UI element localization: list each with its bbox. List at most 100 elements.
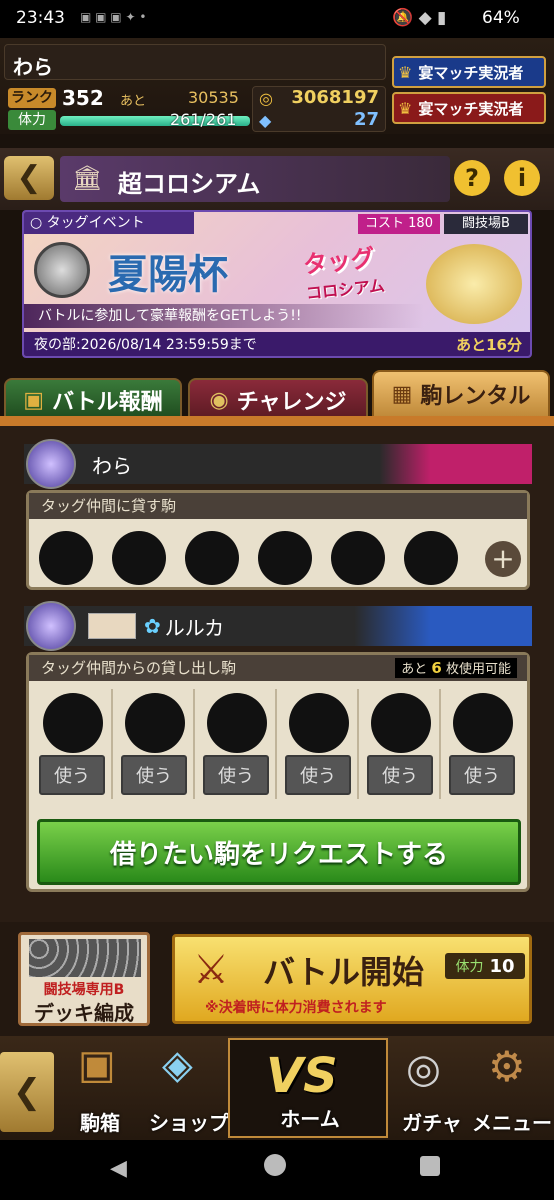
coin-stack-icon: ◎ xyxy=(406,1046,441,1092)
stamina-row: 体力 261/261 xyxy=(8,110,250,130)
currency-box: ◎ 3068197 ◆ 27 xyxy=(252,86,386,132)
borrow-slot[interactable] xyxy=(289,693,349,753)
lend-slot[interactable] xyxy=(404,531,458,585)
gem-value: 27 xyxy=(353,109,379,130)
deck-edit-button[interactable]: 闘技場専用B デッキ編成 xyxy=(18,932,150,1026)
battery-text: 64% xyxy=(482,8,520,28)
next-label: あと xyxy=(120,94,147,109)
rank-row: ランク 352 あと 30535 xyxy=(8,86,248,110)
status-bar: 23:43 ▣ ▣ ▣ ✦ • 🔕 ◆ ▮ 64% xyxy=(0,0,554,38)
borrow-slot-column: 使う xyxy=(445,689,523,799)
system-recents-icon[interactable] xyxy=(420,1156,440,1176)
tab-piece-rental[interactable]: ▦ 駒レンタル xyxy=(372,370,550,418)
borrow-slot-column: 使う xyxy=(281,689,359,799)
cost-badge: コスト 180 xyxy=(358,214,440,234)
nav-gacha-label: ガチャ xyxy=(402,1111,462,1135)
lend-section-label: タッグ仲間に貸す駒 xyxy=(29,493,527,519)
borrow-slot-column: 使う xyxy=(199,689,277,799)
use-button[interactable]: 使う xyxy=(121,755,187,795)
tag-colosseum-logo: タッグ コロシアム xyxy=(301,235,407,305)
shop-icon: ◈ xyxy=(162,1042,193,1088)
use-button[interactable]: 使う xyxy=(39,755,105,795)
borrow-slot[interactable] xyxy=(125,693,185,753)
clock: 23:43 xyxy=(16,8,65,28)
lend-slot[interactable] xyxy=(331,531,385,585)
borrow-slot[interactable] xyxy=(371,693,431,753)
nav-menu-label: メニュー xyxy=(472,1111,552,1135)
deck-line1: 闘技場専用B xyxy=(43,982,125,998)
crossed-swords-icon: ⚔ xyxy=(193,947,229,993)
lend-slot[interactable] xyxy=(39,531,93,585)
help-icon[interactable]: ? xyxy=(454,160,490,196)
trophy-icon xyxy=(426,244,522,324)
cost-label: コスト xyxy=(365,216,405,231)
rental-content: わら タッグ仲間に貸す駒 + ✿ ルルカ タッグ仲間からの貸し出し駒 あと 6 … xyxy=(0,426,554,922)
battle-note: ※決着時に体力消費されます xyxy=(205,1000,387,1016)
event-name: 夏陽杯 xyxy=(108,252,228,298)
event-banner[interactable]: ○ タッグイベント コスト 180 闘技場B 夏陽杯 タッグ コロシアム バトル… xyxy=(22,210,532,358)
borrow-slot[interactable] xyxy=(43,693,103,753)
badge-2[interactable]: ♛ 宴マッチ実況者 xyxy=(392,92,546,124)
use-button[interactable]: 使う xyxy=(203,755,269,795)
pieces-icon xyxy=(29,939,141,977)
nav-piece-box[interactable]: ▣ 駒箱 xyxy=(60,1036,146,1140)
battle-start-label: バトル開始 xyxy=(263,953,424,991)
request-button[interactable]: 借りたい駒をリクエストする xyxy=(37,819,521,885)
tab-battle-reward-label: バトル報酬 xyxy=(52,390,163,415)
partner-name-bar: ✿ ルルカ xyxy=(24,601,532,651)
nav-back-button[interactable]: ❮ xyxy=(0,1052,54,1132)
info-icon[interactable]: i xyxy=(504,160,540,196)
coin-value: 3068197 xyxy=(291,87,379,108)
nav-shop-label: ショップ xyxy=(149,1111,229,1135)
stamina-cost-value: 10 xyxy=(489,955,515,977)
borrow-header: タッグ仲間からの貸し出し駒 あと 6 枚使用可能 xyxy=(29,655,527,681)
lend-slot[interactable] xyxy=(185,531,239,585)
notification-icons: ▣ ▣ ▣ ✦ • xyxy=(80,10,147,24)
remain-suffix: 枚使用可能 xyxy=(445,662,511,677)
avatar xyxy=(26,439,76,489)
badge-1[interactable]: ♛ 宴マッチ実況者 xyxy=(392,56,546,88)
borrow-slot[interactable] xyxy=(207,693,267,753)
borrow-slot[interactable] xyxy=(453,693,513,753)
crown-icon: ♛ xyxy=(398,98,413,118)
banner-subtitle: バトルに参加して豪華報酬をGETしよう!! xyxy=(24,304,424,328)
add-slot-icon[interactable]: + xyxy=(485,541,521,577)
remaining-time: あと16分 xyxy=(456,336,522,354)
system-home-icon[interactable] xyxy=(264,1154,286,1176)
tag-event-text: タッグイベント xyxy=(46,215,145,231)
system-nav-bar: ◀ xyxy=(0,1140,554,1200)
back-button[interactable]: ❮ xyxy=(4,156,54,200)
remain-badge: あと 6 枚使用可能 xyxy=(395,658,517,678)
gear-icon: ⚙ xyxy=(488,1042,526,1091)
badge-2-label: 宴マッチ実況者 xyxy=(418,99,524,118)
borrow-section-label: タッグ仲間からの貸し出し駒 xyxy=(41,659,237,677)
lend-slot[interactable] xyxy=(112,531,166,585)
player-name: わら xyxy=(13,55,53,79)
tag-event-label: ○ タッグイベント xyxy=(24,212,194,234)
rank-label: ランク xyxy=(8,88,56,108)
lend-slot[interactable] xyxy=(258,531,312,585)
rank-value: 352 xyxy=(62,86,104,110)
battle-start-button[interactable]: ⚔ バトル開始 体力 10 ※決着時に体力消費されます xyxy=(172,934,532,1024)
chest-icon: ▣ xyxy=(23,387,45,413)
tab-challenge-label: チャレンジ xyxy=(236,390,347,415)
nav-shop[interactable]: ◈ ショップ xyxy=(144,1036,230,1140)
partner-emblem-icon xyxy=(88,613,136,639)
tab-underline xyxy=(0,416,554,426)
partner-name: ルルカ xyxy=(164,615,225,640)
use-button[interactable]: 使う xyxy=(285,755,351,795)
signal-icons: 🔕 ◆ ▮ xyxy=(392,8,447,28)
my-name-bar: わら xyxy=(24,439,532,489)
nav-gacha[interactable]: ◎ ガチャ xyxy=(392,1036,472,1140)
use-button[interactable]: 使う xyxy=(449,755,515,795)
action-area: 闘技場専用B デッキ編成 ⚔ バトル開始 体力 10 ※決着時に体力消費されます xyxy=(0,922,554,1036)
borrow-slot-column: 使う xyxy=(117,689,195,799)
my-name: わら xyxy=(92,453,132,478)
use-button[interactable]: 使う xyxy=(367,755,433,795)
nav-menu[interactable]: ⚙ メニュー xyxy=(472,1036,554,1140)
partner-rank-icon: ✿ xyxy=(144,614,161,638)
system-back-icon[interactable]: ◀ xyxy=(110,1156,127,1181)
nav-home[interactable]: VS ホーム xyxy=(228,1038,388,1138)
partner-avatar xyxy=(26,601,76,651)
borrow-slot-column: 使う xyxy=(35,689,113,799)
